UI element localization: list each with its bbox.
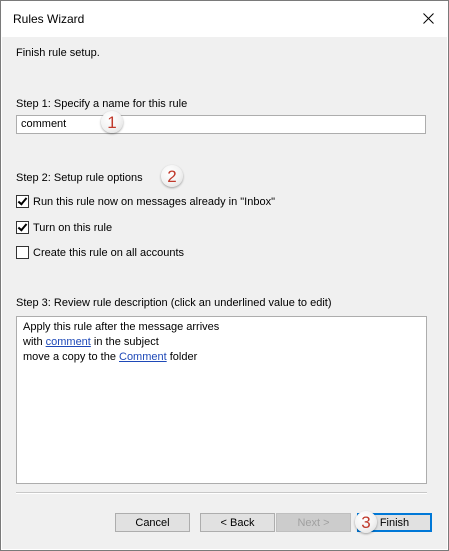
- run-now-label: Run this rule now on messages already in…: [33, 195, 275, 208]
- line3-suffix: folder: [166, 351, 198, 363]
- rule-description-box[interactable]: Apply this rule after the message arrive…: [16, 316, 427, 484]
- line3-prefix: move a copy to the: [23, 351, 119, 363]
- option-turn-on[interactable]: Turn on this rule: [16, 220, 112, 235]
- rule-name-input[interactable]: comment: [16, 115, 426, 134]
- folder-value-link[interactable]: Comment: [119, 351, 167, 363]
- line2-prefix: with: [23, 336, 46, 348]
- back-button[interactable]: < Back: [200, 513, 275, 532]
- button-separator: [16, 492, 427, 494]
- line2-suffix: in the subject: [90, 336, 159, 348]
- rules-wizard-dialog: Rules Wizard Finish rule setup. Step 1: …: [0, 0, 449, 551]
- next-button[interactable]: Next >: [276, 513, 351, 532]
- callout-2: 2: [161, 165, 183, 187]
- step3-label: Step 3: Review rule description (click a…: [16, 297, 332, 309]
- subject-value-link[interactable]: comment: [46, 336, 91, 348]
- run-now-checkbox[interactable]: [16, 195, 29, 208]
- option-all-accounts[interactable]: Create this rule on all accounts: [16, 245, 184, 260]
- all-accounts-label: Create this rule on all accounts: [33, 246, 185, 259]
- window-title: Rules Wizard: [13, 12, 85, 26]
- option-run-now[interactable]: Run this rule now on messages already in…: [16, 194, 275, 209]
- callout-3: 3: [355, 511, 377, 533]
- description-line-3: move a copy to the Comment folder: [23, 350, 420, 365]
- close-icon: [422, 12, 434, 24]
- intro-text: Finish rule setup.: [16, 47, 100, 59]
- cancel-button[interactable]: Cancel: [115, 513, 190, 532]
- description-line-1: Apply this rule after the message arrive…: [23, 321, 220, 333]
- close-button[interactable]: [408, 1, 448, 35]
- turn-on-checkbox[interactable]: [16, 221, 29, 234]
- step1-label: Step 1: Specify a name for this rule: [16, 98, 188, 110]
- description-line-2: with comment in the subject: [23, 335, 420, 350]
- callout-1: 1: [101, 111, 123, 133]
- all-accounts-checkbox[interactable]: [16, 246, 29, 259]
- step2-label: Step 2: Setup rule options: [16, 172, 143, 184]
- title-bar[interactable]: Rules Wizard: [1, 1, 448, 37]
- turn-on-label: Turn on this rule: [33, 221, 113, 234]
- dialog-body: Finish rule setup. Step 1: Specify a nam…: [2, 37, 447, 549]
